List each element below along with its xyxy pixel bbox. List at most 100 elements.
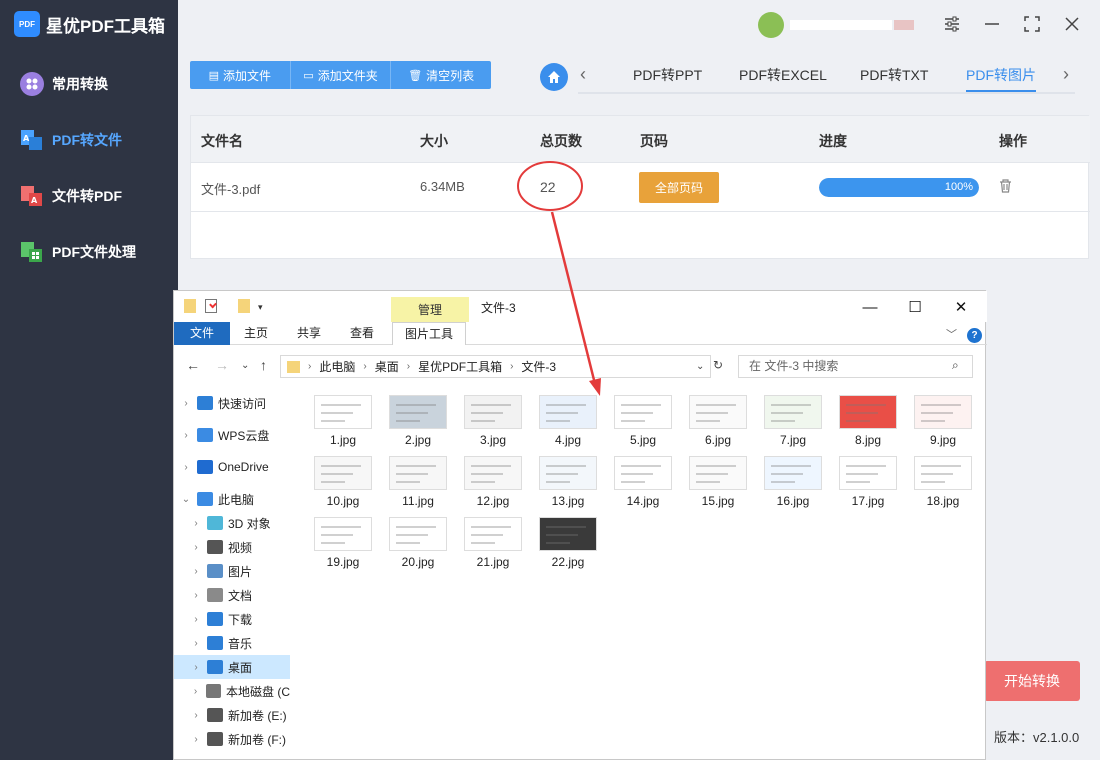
- expand-chevron-icon[interactable]: ›: [190, 566, 202, 577]
- help-icon[interactable]: ?: [967, 328, 982, 343]
- file-name[interactable]: 6.jpg: [680, 433, 756, 447]
- file-name[interactable]: 9.jpg: [905, 433, 981, 447]
- new-folder-icon[interactable]: [238, 299, 250, 313]
- file-name[interactable]: 5.jpg: [605, 433, 681, 447]
- nav-item[interactable]: › 桌面: [174, 655, 290, 679]
- file-thumbnail[interactable]: [689, 395, 747, 429]
- expand-chevron-icon[interactable]: ›: [180, 398, 192, 409]
- delete-icon[interactable]: [999, 179, 1012, 196]
- nav-item[interactable]: › 图片: [174, 559, 290, 583]
- breadcrumb-folder[interactable]: 文件-3: [521, 358, 556, 375]
- chevron-left-icon[interactable]: ‹: [580, 64, 586, 85]
- expand-chevron-icon[interactable]: ›: [190, 518, 202, 529]
- file-thumbnail[interactable]: [464, 517, 522, 551]
- file-name[interactable]: 18.jpg: [905, 494, 981, 508]
- page-range-button[interactable]: 全部页码: [639, 172, 719, 203]
- file-thumbnail[interactable]: [614, 456, 672, 490]
- expand-chevron-icon[interactable]: ›: [190, 710, 202, 721]
- expand-chevron-icon[interactable]: ›: [190, 590, 202, 601]
- file-name[interactable]: 8.jpg: [830, 433, 906, 447]
- search-input[interactable]: 在 文件-3 中搜索: [738, 355, 973, 378]
- nav-item[interactable]: ⌄ 此电脑: [174, 487, 290, 511]
- tab-pdf-txt[interactable]: PDF转TXT: [860, 60, 928, 92]
- file-thumbnail[interactable]: [839, 395, 897, 429]
- ex-close-icon[interactable]: ✕: [941, 295, 981, 319]
- expand-chevron-icon[interactable]: ›: [180, 462, 192, 473]
- file-name[interactable]: 17.jpg: [830, 494, 906, 508]
- nav-item[interactable]: › 新加卷 (F:): [174, 727, 290, 751]
- file-thumbnail[interactable]: [314, 395, 372, 429]
- search-icon[interactable]: ⌕: [952, 358, 959, 373]
- nav-item[interactable]: › 本地磁盘 (C: [174, 679, 290, 703]
- nav-item[interactable]: › 音乐: [174, 631, 290, 655]
- settings-icon[interactable]: [940, 12, 964, 36]
- add-folder-button[interactable]: ▭ 添加文件夹: [291, 61, 392, 89]
- file-thumbnail[interactable]: [839, 456, 897, 490]
- file-thumbnail[interactable]: [389, 456, 447, 490]
- ex-maximize-icon[interactable]: ☐: [895, 295, 935, 319]
- file-thumbnail[interactable]: [764, 456, 822, 490]
- nav-item[interactable]: › 文档: [174, 583, 290, 607]
- expand-chevron-icon[interactable]: ›: [190, 734, 202, 745]
- expand-chevron-icon[interactable]: ›: [190, 542, 202, 553]
- file-name[interactable]: 12.jpg: [455, 494, 531, 508]
- sidebar-item-pdf-process[interactable]: PDF文件处理: [0, 228, 178, 276]
- nav-item[interactable]: › OneDrive: [174, 455, 290, 479]
- avatar[interactable]: [758, 12, 784, 38]
- address-dropdown-icon[interactable]: ⌄: [696, 361, 704, 372]
- nav-item[interactable]: › WPS云盘: [174, 423, 290, 447]
- file-thumbnail[interactable]: [539, 395, 597, 429]
- file-name[interactable]: 1.jpg: [305, 433, 381, 447]
- file-thumbnail[interactable]: [539, 456, 597, 490]
- file-name[interactable]: 11.jpg: [380, 494, 456, 508]
- expand-chevron-icon[interactable]: ›: [180, 430, 192, 441]
- start-convert-button[interactable]: 开始转换: [984, 661, 1080, 701]
- breadcrumb-desktop[interactable]: 桌面: [375, 358, 399, 375]
- file-thumbnail[interactable]: [689, 456, 747, 490]
- tab-pdf-ppt[interactable]: PDF转PPT: [633, 60, 702, 92]
- ribbon-tab-file[interactable]: 文件: [174, 322, 230, 345]
- file-name[interactable]: 19.jpg: [305, 555, 381, 569]
- file-thumbnail[interactable]: [539, 517, 597, 551]
- file-thumbnail[interactable]: [464, 395, 522, 429]
- nav-item[interactable]: › 快速访问: [174, 391, 290, 415]
- file-name[interactable]: 22.jpg: [530, 555, 606, 569]
- breadcrumb-toolbox[interactable]: 星优PDF工具箱: [418, 358, 502, 375]
- forward-arrow-icon[interactable]: →: [215, 357, 229, 373]
- file-name[interactable]: 10.jpg: [305, 494, 381, 508]
- nav-item[interactable]: › 3D 对象: [174, 511, 290, 535]
- expand-chevron-icon[interactable]: ›: [190, 638, 202, 649]
- nav-item[interactable]: › 新加卷 (E:): [174, 703, 290, 727]
- file-name[interactable]: 4.jpg: [530, 433, 606, 447]
- file-thumbnail[interactable]: [764, 395, 822, 429]
- ribbon-tab-picture-tools[interactable]: 图片工具: [392, 322, 466, 345]
- file-thumbnail[interactable]: [914, 395, 972, 429]
- chevron-right-icon[interactable]: ›: [1063, 64, 1069, 85]
- file-name[interactable]: 15.jpg: [680, 494, 756, 508]
- file-thumbnail[interactable]: [389, 395, 447, 429]
- dropdown-icon[interactable]: ▾: [258, 302, 270, 316]
- file-name[interactable]: 16.jpg: [755, 494, 831, 508]
- up-arrow-icon[interactable]: ↑: [260, 357, 267, 373]
- minimize-icon[interactable]: [980, 12, 1004, 36]
- file-name[interactable]: 3.jpg: [455, 433, 531, 447]
- file-thumbnail[interactable]: [614, 395, 672, 429]
- expand-chevron-icon[interactable]: ⌄: [180, 494, 192, 505]
- refresh-icon[interactable]: ↻: [713, 358, 723, 372]
- nav-item[interactable]: › 下载: [174, 607, 290, 631]
- file-thumbnail[interactable]: [914, 456, 972, 490]
- file-thumbnail[interactable]: [464, 456, 522, 490]
- ex-minimize-icon[interactable]: —: [850, 295, 890, 319]
- address-bar[interactable]: › 此电脑 › 桌面 › 星优PDF工具箱 › 文件-3: [280, 355, 711, 378]
- file-thumbnail[interactable]: [314, 456, 372, 490]
- maximize-icon[interactable]: [1020, 12, 1044, 36]
- file-thumbnail[interactable]: [314, 517, 372, 551]
- ribbon-tab-share[interactable]: 共享: [287, 322, 331, 345]
- clear-list-button[interactable]: 🗑 清空列表: [391, 61, 491, 89]
- expand-chevron-icon[interactable]: ›: [190, 614, 202, 625]
- tab-pdf-excel[interactable]: PDF转EXCEL: [739, 60, 827, 92]
- file-name[interactable]: 20.jpg: [380, 555, 456, 569]
- sidebar-item-common[interactable]: 常用转换: [0, 60, 178, 108]
- file-name[interactable]: 13.jpg: [530, 494, 606, 508]
- expand-chevron-icon[interactable]: ›: [190, 662, 202, 673]
